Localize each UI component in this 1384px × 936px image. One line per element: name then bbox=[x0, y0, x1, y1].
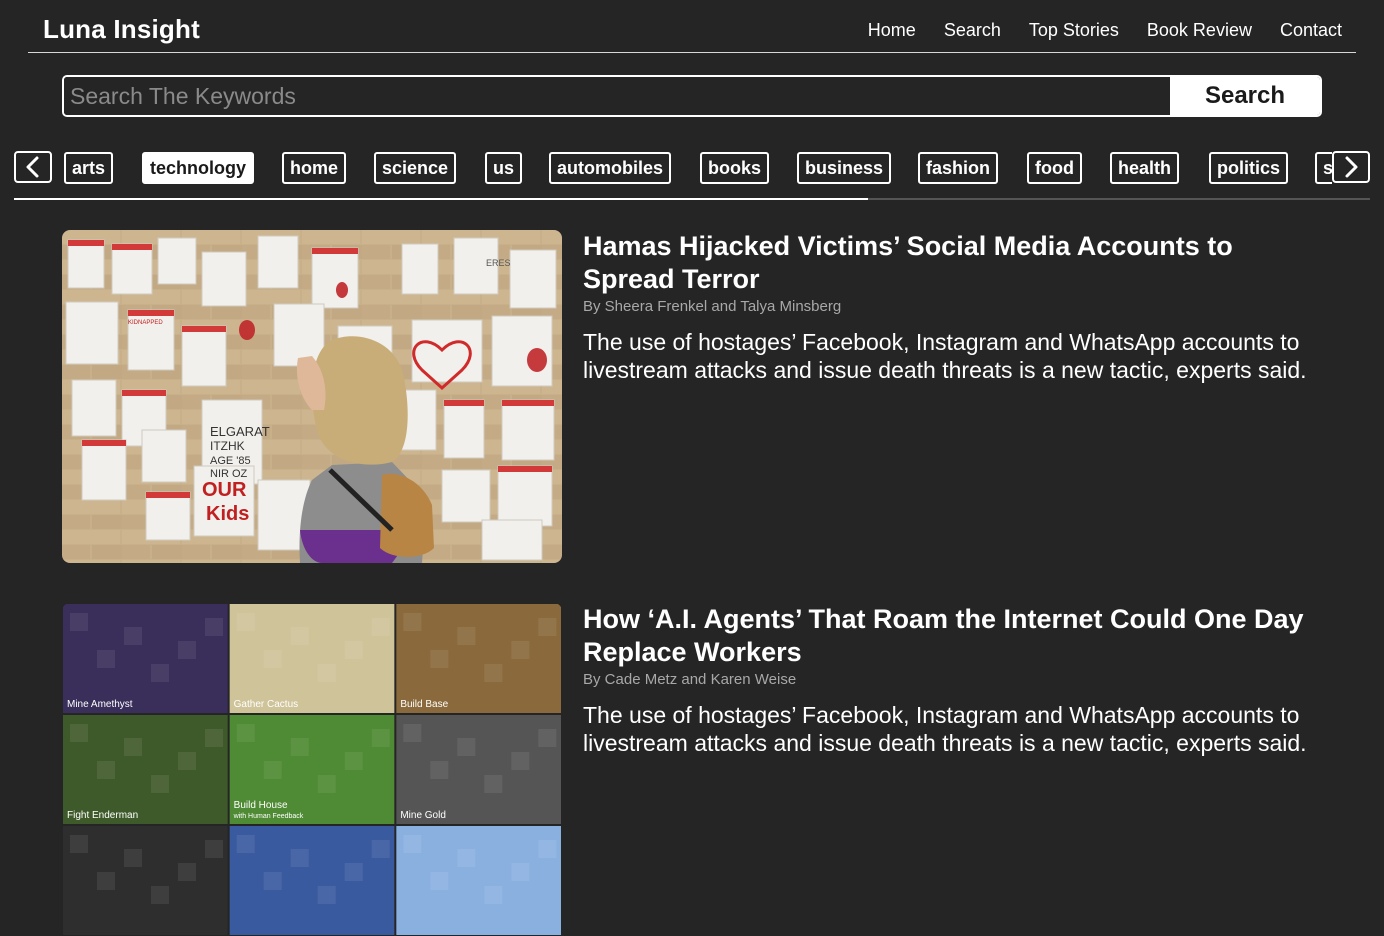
wall-text-name: ELGARAT bbox=[210, 424, 270, 439]
article-image[interactable]: ELGARAT ITZHK AGE '85 NIR OZ OUR Kids ER… bbox=[62, 230, 562, 563]
grid-tile: Build House with Human Feedback bbox=[229, 715, 395, 824]
grid-tile-sublabel: with Human Feedback bbox=[233, 813, 304, 820]
grid-tile bbox=[396, 826, 561, 935]
grid-tile bbox=[229, 826, 395, 935]
nav-book-review[interactable]: Book Review bbox=[1147, 20, 1252, 41]
article-byline: By Sheera Frenkel and Talya Minsberg bbox=[583, 298, 842, 315]
top-header: Luna Insight Home Search Top Stories Boo… bbox=[28, 0, 1356, 53]
wall-text-kids: Kids bbox=[206, 503, 249, 525]
category-us[interactable]: us bbox=[485, 152, 523, 184]
grid-tile-label: Mine Gold bbox=[400, 810, 446, 821]
grid-tile: Gather Cactus bbox=[229, 604, 395, 713]
category-scroll-thumb[interactable] bbox=[14, 198, 868, 200]
grid-tile: Mine Gold bbox=[396, 715, 561, 824]
wall-text-kidnapped: KIDNAPPED bbox=[128, 320, 163, 326]
wall-text-our: OUR bbox=[202, 479, 247, 501]
article-card[interactable]: ELGARAT ITZHK AGE '85 NIR OZ OUR Kids ER… bbox=[62, 230, 1322, 563]
article-image-grid: Mine Amethyst Gather Cactus Build Base Figh… bbox=[63, 604, 561, 935]
brand-logo[interactable]: Luna Insight bbox=[43, 14, 200, 45]
category-health[interactable]: health bbox=[1110, 152, 1180, 184]
article-image[interactable]: Mine Amethyst Gather Cactus Build Base Figh… bbox=[62, 603, 562, 936]
category-technology[interactable]: technology bbox=[142, 152, 255, 184]
category-list: arts technology home science us automobi… bbox=[64, 152, 1332, 184]
grid-tile-label: Build Base bbox=[400, 699, 448, 710]
article-abstract: The use of hostages’ Facebook, Instagram… bbox=[583, 702, 1307, 756]
search-input[interactable] bbox=[64, 77, 1170, 115]
chevron-right-icon bbox=[1345, 156, 1358, 178]
article-byline: By Cade Metz and Karen Weise bbox=[583, 671, 797, 688]
article-abstract: The use of hostages’ Facebook, Instagram… bbox=[583, 329, 1307, 383]
grid-tile: Build Base bbox=[396, 604, 561, 713]
grid-tile-label: Gather Cactus bbox=[234, 699, 298, 710]
nav-contact[interactable]: Contact bbox=[1280, 20, 1342, 41]
article-title[interactable]: Hamas Hijacked Victims’ Social Media Acc… bbox=[583, 230, 1323, 296]
article-title[interactable]: How ‘A.I. Agents’ That Roam the Internet… bbox=[583, 603, 1323, 669]
article-body: Hamas Hijacked Victims’ Social Media Acc… bbox=[583, 230, 1323, 384]
wall-text-eres: ERES bbox=[486, 258, 511, 268]
grid-tile bbox=[63, 826, 228, 935]
wall-text-name2: ITZHK bbox=[210, 439, 245, 453]
nav-top-stories[interactable]: Top Stories bbox=[1029, 20, 1119, 41]
nav-search[interactable]: Search bbox=[944, 20, 1001, 41]
category-books[interactable]: books bbox=[700, 152, 770, 184]
category-bar: arts technology home science us automobi… bbox=[14, 150, 1370, 200]
grid-tile: Mine Amethyst bbox=[63, 604, 228, 713]
grid-tile-label: Fight Enderman bbox=[67, 810, 138, 821]
grid-tile-label: Mine Amethyst bbox=[67, 699, 133, 710]
grid-tile: Fight Enderman bbox=[63, 715, 228, 824]
category-arts[interactable]: arts bbox=[64, 152, 114, 184]
article-photo: ELGARAT ITZHK AGE '85 NIR OZ OUR Kids ER… bbox=[62, 230, 562, 563]
nav-home[interactable]: Home bbox=[868, 20, 916, 41]
category-business[interactable]: business bbox=[797, 152, 892, 184]
scroll-right-button[interactable] bbox=[1332, 151, 1370, 183]
article-card[interactable]: Mine Amethyst Gather Cactus Build Base Figh… bbox=[62, 603, 1323, 935]
search-bar: Search bbox=[62, 75, 1322, 117]
category-food[interactable]: food bbox=[1027, 152, 1082, 184]
chevron-left-icon bbox=[26, 156, 39, 178]
grid-tile-label: Build House bbox=[234, 800, 288, 811]
scroll-left-button[interactable] bbox=[14, 151, 52, 183]
main-nav: Home Search Top Stories Book Review Cont… bbox=[868, 20, 1342, 41]
search-button[interactable]: Search bbox=[1170, 77, 1320, 115]
article-body: How ‘A.I. Agents’ That Roam the Internet… bbox=[583, 603, 1323, 757]
category-science[interactable]: science bbox=[374, 152, 457, 184]
category-automobiles[interactable]: automobiles bbox=[549, 152, 672, 184]
category-home[interactable]: home bbox=[282, 152, 347, 184]
category-partial[interactable]: s bbox=[1315, 152, 1332, 184]
category-fashion[interactable]: fashion bbox=[918, 152, 999, 184]
wall-text-age: AGE '85 bbox=[210, 455, 251, 467]
category-politics[interactable]: politics bbox=[1209, 152, 1289, 184]
